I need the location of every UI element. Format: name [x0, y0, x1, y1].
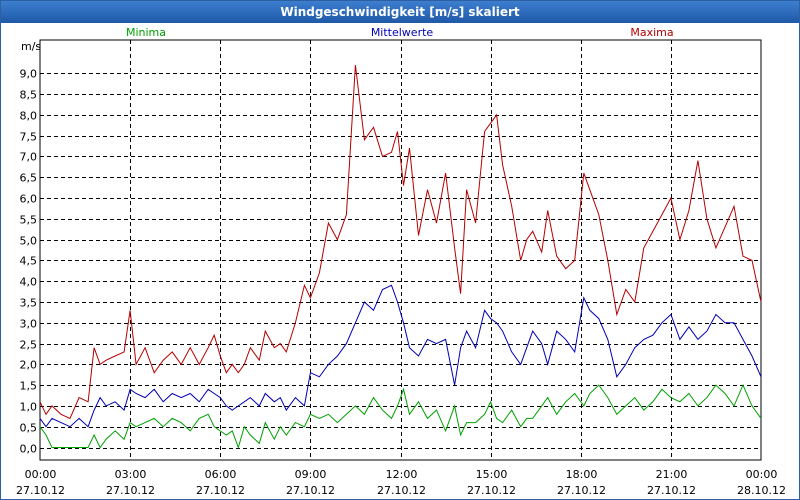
- legend-mittelwerte: Mittelwerte: [371, 26, 434, 39]
- x-tick-date: 27.10.12: [557, 484, 606, 497]
- x-tick-date: 27.10.12: [377, 484, 426, 497]
- legend-maxima: Maxima: [630, 26, 673, 39]
- x-tick-time: 21:00: [656, 468, 688, 481]
- x-tick-time: 15:00: [476, 468, 508, 481]
- x-tick-date: 27.10.12: [467, 484, 516, 497]
- x-tick-time: 18:00: [566, 468, 598, 481]
- y-tick-label: 0,5: [20, 422, 38, 435]
- y-tick-label: 9,0: [20, 68, 38, 81]
- y-tick-label: 8,0: [20, 110, 38, 123]
- x-tick-date: 28.10.12: [737, 484, 786, 497]
- y-tick-label: 1,0: [20, 401, 38, 414]
- y-tick-label: 3,0: [20, 318, 38, 331]
- x-tick-time: 00:00: [25, 468, 57, 481]
- x-tick-time: 00:00: [746, 468, 778, 481]
- y-axis-label: m/s: [21, 40, 41, 53]
- y-tick-label: 0,0: [20, 443, 38, 456]
- x-tick-time: 03:00: [115, 468, 147, 481]
- series-line-maxima: [39, 64, 762, 420]
- legend: Minima Mittelwerte Maxima: [126, 26, 674, 39]
- x-tick-time: 06:00: [205, 468, 237, 481]
- y-tick-label: 1,5: [20, 380, 38, 393]
- y-tick-label: 6,0: [20, 193, 38, 206]
- x-tick-time: 12:00: [386, 468, 418, 481]
- y-tick-label: 5,5: [20, 214, 38, 227]
- x-tick-date: 27.10.12: [647, 484, 696, 497]
- y-tick-label: 4,0: [20, 276, 38, 289]
- y-tick-label: 2,5: [20, 339, 38, 352]
- x-tick-time: 09:00: [295, 468, 327, 481]
- y-tick-label: 8,5: [20, 89, 38, 102]
- y-tick-label: 5,0: [20, 235, 38, 248]
- legend-minima: Minima: [126, 26, 166, 39]
- y-tick-label: 4,5: [20, 255, 38, 268]
- x-tick-date: 27.10.12: [16, 484, 65, 497]
- y-tick-label: 7,0: [20, 151, 38, 164]
- x-tick-date: 27.10.12: [106, 484, 155, 497]
- x-tick-date: 27.10.12: [196, 484, 245, 497]
- y-tick-label: 6,5: [20, 172, 38, 185]
- y-tick-label: 3,5: [20, 297, 38, 310]
- x-tick-date: 27.10.12: [286, 484, 335, 497]
- wind-speed-chart: 0,0 0,5 1,0 1,5 2,0 2,5 3,0 3,5 4,0 4,5 5,0 5,5 6,0 6…: [16, 26, 786, 497]
- y-tick-label: 7,5: [20, 131, 38, 144]
- series-lines: [39, 64, 762, 450]
- y-tick-label: 2,0: [20, 359, 38, 372]
